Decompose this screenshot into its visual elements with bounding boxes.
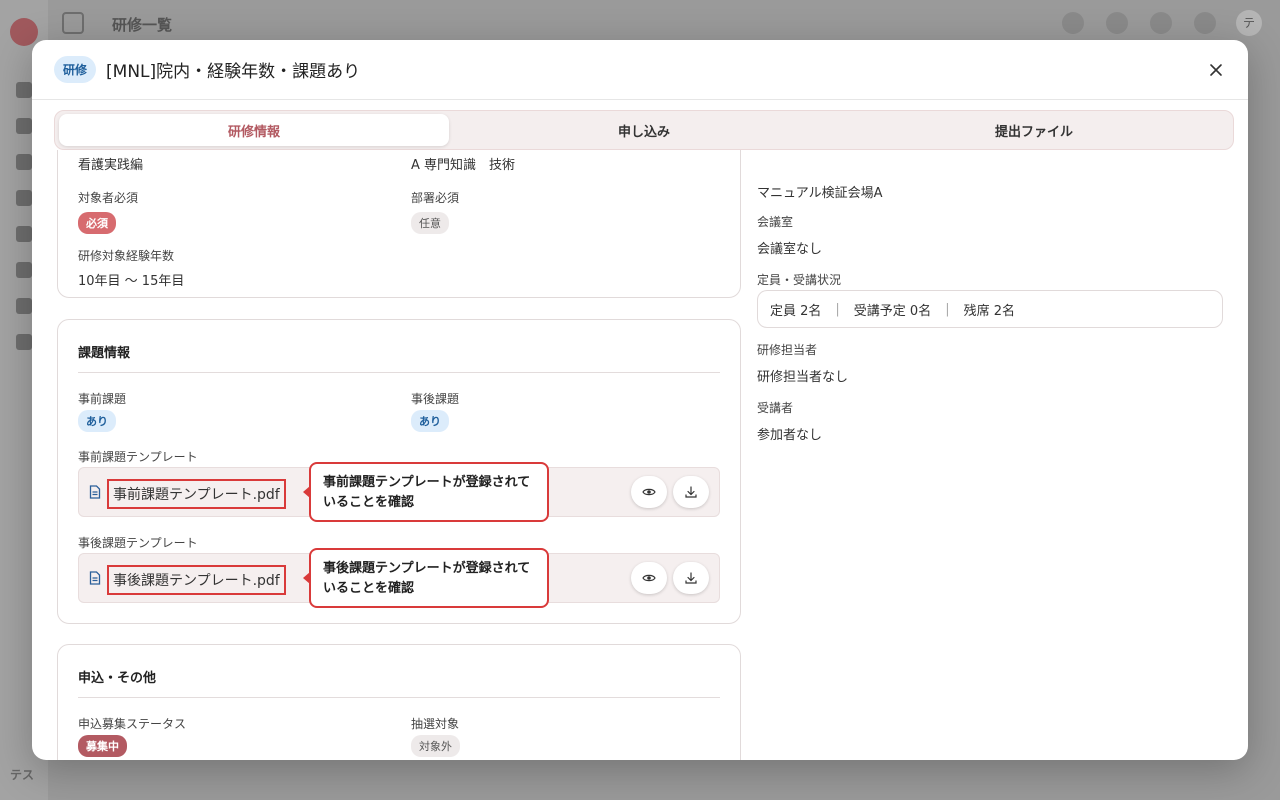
tab-application[interactable]: 申し込み	[449, 114, 839, 146]
background-page-title: 研修一覧	[112, 16, 173, 34]
application-card: 申込・その他 申込募集ステータス 募集中 抽選対象 対象外	[57, 644, 741, 760]
staff-label: 研修担当者	[757, 343, 818, 357]
panel-toggle-icon	[62, 12, 84, 34]
capacity-total: 定員 2名	[770, 303, 822, 319]
venue-value: マニュアル検証会場A	[757, 186, 883, 201]
capacity-remaining: 残席 2名	[963, 303, 1015, 319]
file-icon	[89, 485, 101, 499]
modal-title: [MNL]院内・経験年数・課題あり	[106, 62, 361, 82]
category-value: 看護実践編	[78, 158, 144, 173]
divider	[78, 697, 720, 698]
pre-assignment-badge: あり	[78, 410, 116, 432]
chat-top-icon	[1194, 12, 1216, 34]
assignment-card: 課題情報 事前課題 あり 事後課題 あり 事前課題テンプレート 事前課題テンプレ…	[57, 319, 741, 624]
callout-text-line2: いることを確認	[323, 581, 415, 596]
recruit-status-label: 申込募集ステータス	[78, 717, 187, 731]
target-required-badge: 必須	[78, 212, 116, 234]
lottery-label: 抽選対象	[411, 717, 460, 731]
pre-template-callout: 事前課題テンプレートが登録されて いることを確認	[303, 462, 549, 522]
close-icon	[1210, 64, 1222, 76]
post-assignment-label: 事後課題	[411, 392, 460, 406]
skill-value: A 専門知識 技術	[411, 158, 516, 173]
capacity-planned: 受講予定 0名	[853, 303, 932, 319]
bell-icon	[1150, 12, 1172, 34]
post-template-callout: 事後課題テンプレートが登録されて いることを確認	[303, 548, 549, 608]
staff-value: 研修担当者なし	[757, 370, 849, 385]
training-detail-modal: 研修 [MNL]院内・経験年数・課題あり 研修情報 申し込み 提出ファイル 看護…	[32, 40, 1248, 760]
attendee-label: 受講者	[757, 401, 794, 415]
preview-button[interactable]	[631, 562, 667, 594]
preview-button[interactable]	[631, 476, 667, 508]
tab-bar: 研修情報 申し込み 提出ファイル	[54, 110, 1234, 150]
close-button[interactable]	[1204, 58, 1228, 82]
download-button[interactable]	[673, 476, 709, 508]
nav-icon	[16, 82, 32, 98]
lottery-badge: 対象外	[411, 735, 460, 757]
pre-template-file-row: 事前課題テンプレート.pdf 事前課題テンプレートが登録されて いることを確認	[78, 462, 720, 522]
separator: |	[945, 301, 950, 317]
dept-required-label: 部署必須	[411, 191, 460, 205]
pre-template-file-link[interactable]: 事前課題テンプレート.pdf	[107, 479, 286, 509]
message-icon	[1062, 12, 1084, 34]
eye-icon	[642, 488, 656, 496]
tab-submitted-files[interactable]: 提出ファイル	[839, 114, 1229, 146]
post-template-file-row: 事後課題テンプレート.pdf 事後課題テンプレートが登録されて いることを確認	[78, 548, 720, 608]
modal-content: 看護実践編 A 専門知識 技術 対象者必須 必須 部署必須 任意 研修対象経験年…	[32, 150, 1248, 760]
document-icon	[16, 298, 32, 314]
callout-text-line1: 事後課題テンプレートが登録されて	[323, 561, 531, 576]
callout-text-line2: いることを確認	[323, 495, 415, 510]
separator: |	[835, 301, 840, 317]
attendee-value: 参加者なし	[757, 428, 823, 443]
capacity-label: 定員・受講状況	[757, 273, 842, 287]
dept-required-badge: 任意	[411, 212, 449, 234]
room-label: 会議室	[757, 215, 794, 229]
assignment-title: 課題情報	[78, 346, 131, 361]
post-template-label: 事後課題テンプレート	[78, 536, 198, 550]
experience-value: 10年目 〜 15年目	[78, 274, 185, 289]
post-template-file-link[interactable]: 事後課題テンプレート.pdf	[107, 565, 286, 595]
person-icon	[16, 262, 32, 278]
overview-card: 看護実践編 A 専門知識 技術 対象者必須 必須 部署必須 任意 研修対象経験年…	[57, 150, 741, 298]
calendar-icon	[16, 154, 32, 170]
user-icon	[16, 118, 32, 134]
recruit-status-badge: 募集中	[78, 735, 127, 757]
pre-assignment-label: 事前課題	[78, 392, 127, 406]
type-badge: 研修	[54, 56, 97, 83]
capacity-status-box: 定員 2名 | 受講予定 0名 | 残席 2名	[757, 290, 1223, 328]
modal-header: 研修 [MNL]院内・経験年数・課題あり	[32, 40, 1248, 100]
application-title: 申込・その他	[78, 671, 157, 686]
download-icon	[685, 572, 697, 584]
tab-training-info[interactable]: 研修情報	[59, 114, 449, 146]
experience-label: 研修対象経験年数	[78, 249, 175, 263]
user-avatar: テ	[1236, 10, 1262, 36]
check-icon	[16, 334, 32, 350]
download-button[interactable]	[673, 562, 709, 594]
callout-text-line1: 事前課題テンプレートが登録されて	[323, 475, 531, 490]
footer-user-initials: テス	[10, 768, 35, 782]
pre-template-label: 事前課題テンプレート	[78, 450, 198, 464]
download-icon	[685, 486, 697, 498]
room-value: 会議室なし	[757, 242, 823, 257]
training-icon	[16, 226, 32, 242]
divider	[78, 372, 720, 373]
eye-icon	[642, 574, 656, 582]
calendar-top-icon	[1106, 12, 1128, 34]
file-icon	[89, 571, 101, 585]
post-assignment-badge: あり	[411, 410, 449, 432]
chat-icon	[16, 190, 32, 206]
target-required-label: 対象者必須	[78, 191, 139, 205]
